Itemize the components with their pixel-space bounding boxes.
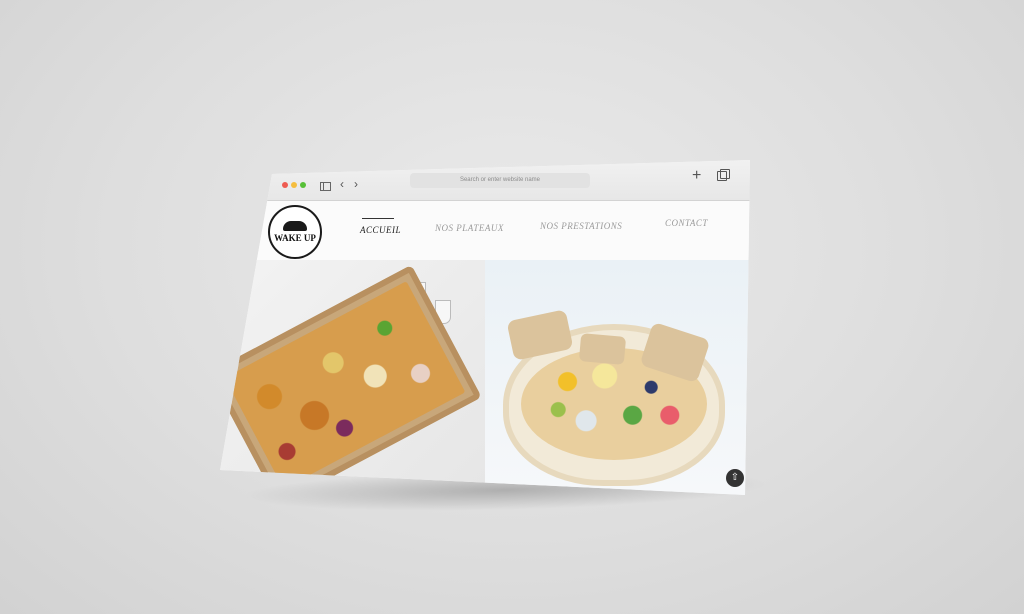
- parchment-paper: [578, 333, 627, 365]
- address-bar[interactable]: Search or enter website name: [410, 173, 590, 188]
- nav-contact[interactable]: CONTACT: [665, 218, 708, 228]
- browser-toolbar: ‹ › Search or enter website name +: [220, 160, 750, 201]
- back-icon[interactable]: ‹: [340, 176, 344, 192]
- breakfast-box-photo: [220, 260, 485, 495]
- close-window-button[interactable]: [282, 182, 288, 188]
- new-tab-icon[interactable]: +: [692, 168, 701, 184]
- active-nav-indicator: [362, 218, 394, 219]
- croissant-icon: [283, 221, 307, 231]
- nav-nos-prestations[interactable]: NOS PRESTATIONS: [540, 221, 622, 231]
- tab-overview-icon[interactable]: [717, 169, 730, 181]
- hero-gallery: ⇧: [220, 260, 750, 495]
- grazing-bowl-photo: ⇧: [485, 260, 750, 495]
- maximize-window-button[interactable]: [300, 182, 306, 188]
- browser-window: ‹ › Search or enter website name + WAKE …: [220, 160, 750, 495]
- scroll-to-top-button[interactable]: ⇧: [726, 469, 744, 487]
- forward-icon[interactable]: ›: [354, 176, 358, 192]
- minimize-window-button[interactable]: [291, 182, 297, 188]
- site-header: WAKE UP ACCUEIL NOS PLATEAUX NOS PRESTAT…: [220, 201, 750, 261]
- nav-nos-plateaux[interactable]: NOS PLATEAUX: [435, 223, 504, 233]
- nav-accueil[interactable]: ACCUEIL: [360, 225, 401, 235]
- wake-up-logo[interactable]: WAKE UP: [268, 205, 322, 259]
- sidebar-toggle-icon[interactable]: [320, 182, 331, 191]
- logo-text: WAKE UP: [274, 233, 316, 243]
